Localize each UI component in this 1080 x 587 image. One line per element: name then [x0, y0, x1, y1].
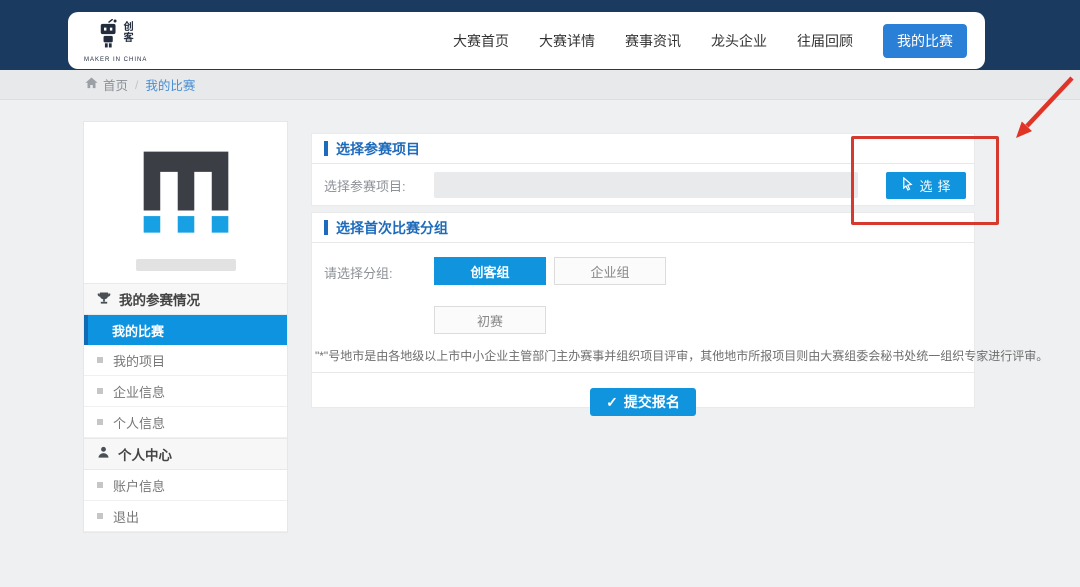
breadcrumb: 首页 / 我的比赛 [0, 70, 1080, 100]
user-icon [97, 446, 110, 462]
sidebar-item-company-info[interactable]: 企业信息 [84, 376, 287, 407]
section-header: 选择参赛项目 [312, 134, 974, 164]
project-input[interactable] [434, 172, 858, 198]
breadcrumb-home-label: 首页 [103, 75, 128, 94]
page: 创 客 MAKER IN CHINA 大赛首页 大赛详情 赛事资讯 龙头企业 往… [0, 0, 1080, 587]
sidebar-item-label: 退出 [113, 507, 139, 526]
logo-char-top: 创 [124, 22, 134, 33]
section-title: 选择首次比赛分组 [336, 218, 448, 238]
nav-item-leading-enterprises[interactable]: 龙头企业 [711, 31, 767, 51]
logo-caption: MAKER IN CHINA [84, 57, 147, 63]
review-note-text: "*"号地市是由各地级以上市中小企业主管部门主办赛事并组织项目评审，其他地市所报… [312, 347, 974, 364]
group-option-maker[interactable]: 创客组 [434, 257, 546, 285]
select-project-section: 选择参赛项目 选择参赛项目: 选择 [311, 133, 975, 206]
project-field-row: 选择参赛项目: 选择 [312, 164, 974, 206]
sidebar-item-label: 个人信息 [113, 413, 165, 432]
nav-item-contest-home[interactable]: 大赛首页 [453, 31, 509, 51]
nav-button-my-contest[interactable]: 我的比赛 [883, 24, 967, 58]
select-button-label: 选择 [919, 176, 955, 195]
check-icon: ✓ [606, 394, 618, 411]
section-title: 选择参赛项目 [336, 139, 420, 159]
group-option-enterprise[interactable]: 企业组 [554, 257, 666, 285]
select-project-button[interactable]: 选择 [886, 172, 966, 199]
sidebar-item-label: 我的项目 [113, 351, 165, 370]
robot-logo-icon [98, 19, 122, 55]
sidebar-item-label: 账户信息 [113, 476, 165, 495]
header-accent-bar [324, 141, 328, 156]
nav-item-contest-details[interactable]: 大赛详情 [539, 31, 595, 51]
section-header: 选择首次比赛分组 [312, 213, 974, 243]
select-group-section: 选择首次比赛分组 请选择分组: 创客组 企业组 初赛 "*"号地市是由各地级以上… [311, 212, 975, 408]
user-logo-image [84, 122, 287, 245]
cursor-pointer-icon [901, 177, 914, 194]
bullet-icon [97, 388, 103, 394]
header-accent-bar [324, 220, 328, 235]
sidebar-item-label: 企业信息 [113, 382, 165, 401]
bullet-icon [97, 482, 103, 488]
sidebar-section-title: 个人中心 [118, 444, 172, 464]
sidebar-section-title: 我的参赛情况 [119, 289, 200, 309]
bullet-icon [97, 513, 103, 519]
nav-item-past-editions[interactable]: 往届回顾 [797, 31, 853, 51]
group-field-row: 请选择分组: 创客组 企业组 初赛 [312, 243, 974, 334]
sidebar: 我的参赛情况 我的比赛 我的项目 企业信息 个人信息 个人中心 账 [83, 121, 288, 533]
group-options: 创客组 企业组 初赛 [434, 257, 666, 334]
breadcrumb-separator: / [135, 78, 138, 92]
site-logo[interactable]: 创 客 MAKER IN CHINA [84, 19, 147, 63]
project-field-label: 选择参赛项目: [324, 176, 434, 195]
sidebar-item-my-contest[interactable]: 我的比赛 [84, 315, 287, 345]
logo-char-bottom: 客 [124, 33, 134, 44]
bullet-icon [97, 419, 103, 425]
group-field-label: 请选择分组: [324, 257, 434, 334]
trophy-icon [97, 291, 111, 308]
redacted-company-name [136, 259, 236, 271]
sidebar-item-my-projects[interactable]: 我的项目 [84, 345, 287, 376]
submit-registration-button[interactable]: ✓ 提交报名 [590, 388, 696, 416]
sidebar-item-logout[interactable]: 退出 [84, 501, 287, 532]
sidebar-item-personal-info[interactable]: 个人信息 [84, 407, 287, 438]
sidebar-section-personal-center: 个人中心 [84, 438, 287, 470]
top-navigation-bar: 创 客 MAKER IN CHINA 大赛首页 大赛详情 赛事资讯 龙头企业 往… [68, 12, 985, 69]
home-icon [85, 77, 98, 92]
sidebar-item-account-info[interactable]: 账户信息 [84, 470, 287, 501]
sidebar-section-participation: 我的参赛情况 [84, 283, 287, 315]
submit-row: ✓ 提交报名 [312, 373, 974, 416]
group-option-preliminary[interactable]: 初赛 [434, 306, 546, 334]
nav-item-news[interactable]: 赛事资讯 [625, 31, 681, 51]
m-mark-logo [140, 148, 232, 240]
breadcrumb-home-link[interactable]: 首页 [85, 75, 128, 94]
submit-button-label: 提交报名 [624, 392, 680, 412]
breadcrumb-current[interactable]: 我的比赛 [145, 75, 195, 94]
main-menu: 大赛首页 大赛详情 赛事资讯 龙头企业 往届回顾 我的比赛 [453, 24, 967, 58]
bullet-icon [97, 357, 103, 363]
